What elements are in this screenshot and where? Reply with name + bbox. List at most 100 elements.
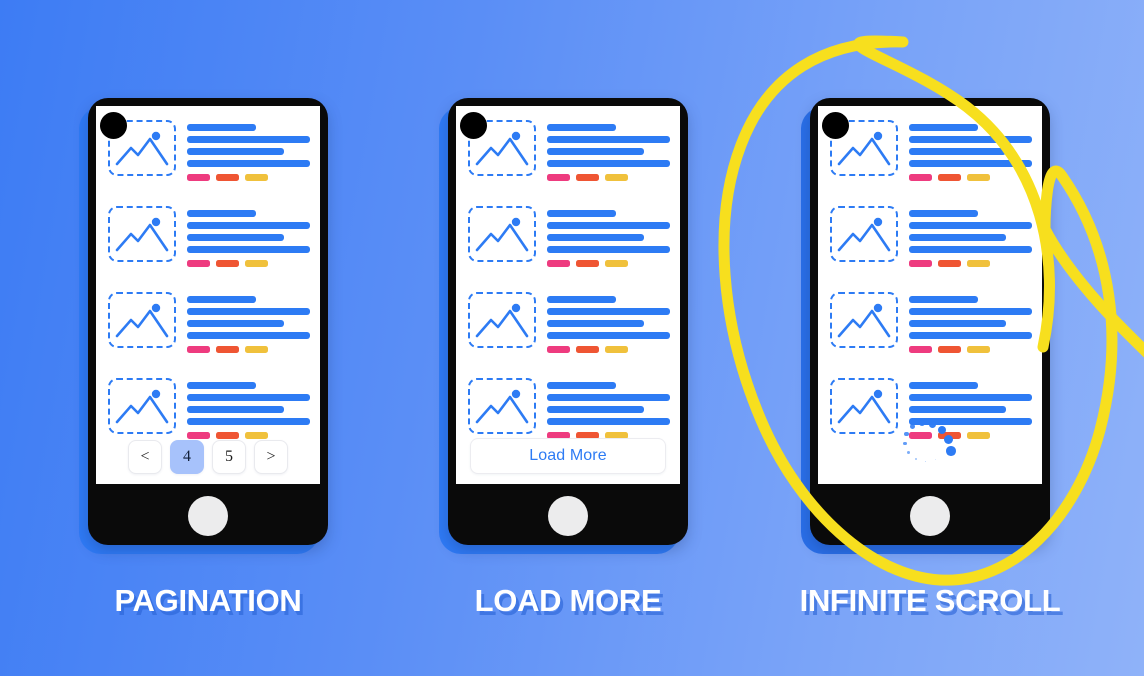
tag-chip-orange — [216, 346, 239, 353]
load-more-button[interactable]: Load More — [470, 438, 666, 474]
text-line — [187, 296, 256, 303]
text-line — [187, 124, 256, 131]
text-line — [909, 332, 1032, 339]
tag-chip-orange — [216, 260, 239, 267]
panel-pagination: < 4 5 > PAGINATION — [48, 0, 368, 676]
phone-screen: Load More — [456, 106, 680, 484]
text-line — [909, 406, 1007, 413]
text-line — [547, 222, 670, 229]
tag-chip-yellow — [967, 174, 990, 181]
list-item[interactable] — [818, 206, 1042, 282]
text-line — [909, 124, 978, 131]
camera-dot-icon — [822, 112, 849, 139]
tag-chip-orange — [938, 346, 961, 353]
text-lines — [909, 120, 1032, 196]
text-lines — [909, 206, 1032, 282]
tag-chip-pink — [187, 432, 210, 439]
list-item[interactable] — [456, 120, 680, 196]
text-line — [187, 382, 256, 389]
tag-chips — [909, 346, 1032, 353]
image-placeholder-icon — [108, 292, 176, 348]
text-line — [547, 332, 670, 339]
camera-dot-icon — [100, 112, 127, 139]
list-item[interactable] — [96, 292, 320, 368]
list-item[interactable] — [96, 206, 320, 282]
list-item[interactable] — [818, 292, 1042, 368]
text-line — [547, 394, 670, 401]
prev-page-button[interactable]: < — [128, 440, 162, 474]
tag-chip-orange — [576, 260, 599, 267]
panel-load-more: Load More LOAD MORE — [408, 0, 728, 676]
list-item[interactable] — [96, 120, 320, 196]
tag-chips — [547, 174, 670, 181]
tag-chip-pink — [547, 174, 570, 181]
tag-chip-pink — [547, 346, 570, 353]
phone-screen: < 4 5 > — [96, 106, 320, 484]
text-lines — [909, 292, 1032, 368]
home-button[interactable] — [548, 496, 588, 536]
loading-spinner — [902, 414, 958, 470]
panel-caption-infinite-scroll: INFINITE SCROLL — [799, 583, 1061, 618]
home-button[interactable] — [188, 496, 228, 536]
image-placeholder-icon — [468, 206, 536, 262]
phone-body: < 4 5 > — [88, 98, 328, 545]
image-placeholder-icon — [468, 378, 536, 434]
tag-chip-yellow — [245, 174, 268, 181]
text-line — [547, 418, 670, 425]
tag-chip-orange — [938, 260, 961, 267]
text-line — [909, 234, 1007, 241]
text-lines — [547, 120, 670, 196]
camera-dot-icon — [460, 112, 487, 139]
tag-chips — [909, 260, 1032, 267]
tag-chip-yellow — [245, 260, 268, 267]
tag-chip-yellow — [605, 260, 628, 267]
text-line — [547, 246, 670, 253]
list-item[interactable] — [818, 120, 1042, 196]
image-placeholder-icon — [830, 378, 898, 434]
text-line — [547, 296, 616, 303]
image-placeholder-icon — [830, 292, 898, 348]
pagination-control: < 4 5 > — [96, 440, 320, 474]
tag-chip-yellow — [967, 260, 990, 267]
text-line — [187, 160, 310, 167]
next-page-button[interactable]: > — [254, 440, 288, 474]
text-line — [187, 210, 256, 217]
image-placeholder-icon — [108, 378, 176, 434]
phone-mockup-load-more: Load More — [439, 98, 688, 554]
text-line — [547, 210, 616, 217]
page-4-button[interactable]: 4 — [170, 440, 204, 474]
tag-chip-pink — [187, 260, 210, 267]
tag-chips — [187, 346, 310, 353]
text-line — [909, 160, 1032, 167]
home-button[interactable] — [910, 496, 950, 536]
tag-chip-orange — [576, 174, 599, 181]
image-placeholder-icon — [468, 292, 536, 348]
phone-body — [810, 98, 1050, 545]
text-line — [547, 308, 670, 315]
tag-chips — [547, 260, 670, 267]
text-line — [909, 222, 1032, 229]
text-line — [187, 246, 310, 253]
phone-mockup-pagination: < 4 5 > — [79, 98, 328, 554]
page-5-button[interactable]: 5 — [212, 440, 246, 474]
text-lines — [547, 292, 670, 368]
tag-chip-yellow — [245, 346, 268, 353]
text-line — [187, 136, 310, 143]
phone-mockup-infinite-scroll — [801, 98, 1050, 554]
text-line — [187, 234, 285, 241]
tag-chip-orange — [576, 346, 599, 353]
tag-chip-pink — [909, 174, 932, 181]
phone-screen — [818, 106, 1042, 484]
phone-body: Load More — [448, 98, 688, 545]
tag-chips — [187, 432, 310, 439]
text-line — [187, 320, 285, 327]
tag-chips — [547, 346, 670, 353]
list-item[interactable] — [456, 206, 680, 282]
tag-chips — [187, 260, 310, 267]
text-line — [547, 382, 616, 389]
panel-infinite-scroll: INFINITE SCROLL — [770, 0, 1090, 676]
text-line — [547, 124, 616, 131]
text-lines — [187, 206, 310, 282]
list-item[interactable] — [456, 292, 680, 368]
tag-chip-yellow — [605, 174, 628, 181]
